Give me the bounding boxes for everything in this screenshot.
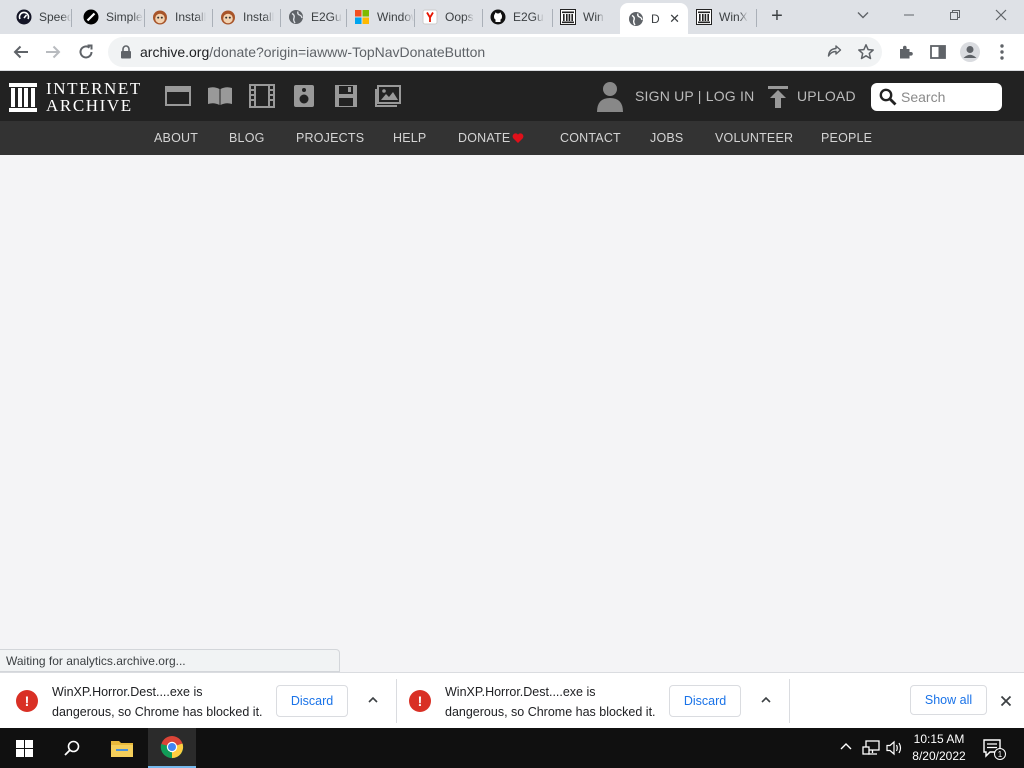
logo-line-internet: INTERNET [46, 79, 142, 98]
tab-oops[interactable]: Oops [414, 0, 482, 34]
github-icon [490, 9, 506, 25]
new-tab-button[interactable]: + [766, 6, 788, 28]
windows-logo-icon [354, 9, 370, 25]
tab-install-1[interactable]: Install [144, 0, 212, 34]
software-icon[interactable] [333, 84, 359, 108]
tab-donate-active[interactable]: D ✕ [620, 3, 688, 34]
windows-taskbar: 10:15 AM 8/20/2022 1 [0, 728, 1024, 768]
page-content-area [0, 155, 1024, 649]
status-bubble: Waiting for analytics.archive.org... [0, 649, 340, 672]
upload-icon[interactable] [767, 85, 789, 114]
tab-e2gu-1[interactable]: E2Gu [280, 0, 346, 34]
archive-icon [560, 9, 576, 25]
taskbar-search-icon[interactable] [48, 728, 96, 768]
bookmark-star-icon[interactable] [854, 40, 878, 64]
nav-about[interactable]: ABOUT [154, 131, 198, 145]
texts-icon[interactable] [207, 84, 233, 108]
back-arrow-icon[interactable] [9, 40, 33, 64]
download-item: ! WinXP.Horror.Dest....exe is dangerous,… [393, 673, 789, 729]
nav-projects[interactable]: PROJECTS [296, 131, 364, 145]
start-button[interactable] [0, 728, 48, 768]
lock-icon[interactable] [120, 45, 132, 59]
share-icon[interactable] [822, 40, 846, 64]
forward-arrow-icon[interactable] [41, 40, 65, 64]
chrome-menu-icon[interactable] [990, 40, 1014, 64]
archive-icon [696, 9, 712, 25]
chrome-taskbar-icon[interactable] [148, 728, 196, 768]
nav-donate[interactable]: DONATE [458, 131, 510, 145]
tab-speedtest[interactable]: Speedtest [0, 0, 71, 34]
upload-link[interactable]: UPLOAD [797, 88, 856, 104]
address-bar[interactable]: archive.org/donate?origin=iawww-TopNavDo… [108, 37, 882, 67]
nav-contact[interactable]: CONTACT [560, 131, 621, 145]
download-item: ! WinXP.Horror.Dest....exe is dangerous,… [0, 673, 396, 729]
archive-building-icon [9, 81, 37, 113]
images-icon[interactable] [375, 84, 401, 108]
url-text: archive.org/donate?origin=iawww-TopNavDo… [140, 44, 486, 60]
clock-time: 10:15 AM [913, 732, 965, 746]
browser-toolbar: archive.org/donate?origin=iawww-TopNavDo… [0, 34, 1024, 71]
nav-blog[interactable]: BLOG [229, 131, 265, 145]
warning-icon: ! [409, 690, 431, 712]
audio-icon[interactable] [291, 84, 317, 108]
extensions-puzzle-icon[interactable] [894, 40, 918, 64]
nav-volunteer[interactable]: VOLUNTEER [715, 131, 793, 145]
action-center-icon[interactable]: 1 [982, 738, 1006, 765]
discard-button[interactable]: Discard [669, 685, 741, 717]
close-tab-icon[interactable]: ✕ [669, 11, 680, 27]
profile-avatar-icon[interactable] [958, 40, 982, 64]
side-panel-icon[interactable] [926, 40, 950, 64]
tab-windows[interactable]: Windows [346, 0, 414, 34]
network-icon[interactable] [862, 740, 880, 759]
monkey-icon [152, 9, 168, 25]
nav-people[interactable]: PEOPLE [821, 131, 872, 145]
chevron-up-icon[interactable] [364, 691, 382, 709]
notification-count: 1 [998, 750, 1003, 759]
speedtest-icon [16, 9, 32, 25]
web-icon[interactable] [165, 84, 191, 108]
show-hidden-icons-icon[interactable] [839, 740, 853, 757]
nav-help[interactable]: HELP [393, 131, 426, 145]
tab-e2gu-github[interactable]: E2Gu [482, 0, 552, 34]
tab-search-icon[interactable] [840, 0, 886, 30]
restore-button[interactable] [932, 0, 978, 30]
ia-nav-bar: ABOUT BLOG PROJECTS HELP DONATE CONTACT … [0, 121, 1024, 155]
ia-search-box[interactable] [871, 83, 1002, 111]
system-clock[interactable]: 10:15 AM 8/20/2022 [906, 731, 972, 765]
nav-jobs[interactable]: JOBS [650, 131, 683, 145]
search-icon[interactable] [879, 88, 897, 106]
download-message: WinXP.Horror.Dest....exe is dangerous, s… [445, 685, 656, 719]
tab-install-2[interactable]: Install [212, 0, 280, 34]
show-all-button[interactable]: Show all [910, 685, 987, 715]
simple-icon [83, 9, 99, 25]
tab-winx-archive[interactable]: WinX [688, 0, 756, 34]
logo-line-archive: ARCHIVE [46, 96, 133, 115]
reload-icon[interactable] [74, 40, 98, 64]
ia-top-bar: INTERNET ARCHIVE SIGN UP | LOG IN UPLOAD [0, 71, 1024, 121]
clock-date: 8/20/2022 [912, 749, 966, 763]
tab-simple[interactable]: Simple [71, 0, 144, 34]
warning-icon: ! [16, 690, 38, 712]
tab-strip: Speedtest Simple Install Install E2Gu Wi… [0, 0, 1024, 34]
tab-win-archive[interactable]: Win [552, 0, 618, 34]
close-window-button[interactable] [978, 0, 1024, 30]
discard-button[interactable]: Discard [276, 685, 348, 717]
download-shelf: ! WinXP.Horror.Dest....exe is dangerous,… [0, 672, 1024, 728]
minimize-button[interactable] [886, 0, 932, 30]
heart-icon [512, 131, 524, 149]
video-icon[interactable] [249, 84, 275, 108]
yandex-icon [422, 9, 438, 25]
volume-icon[interactable] [886, 740, 904, 759]
user-avatar-icon[interactable] [596, 80, 624, 117]
download-message: WinXP.Horror.Dest....exe is dangerous, s… [52, 685, 263, 719]
search-input[interactable] [901, 89, 997, 105]
close-shelf-icon[interactable] [996, 691, 1016, 711]
signup-login-link[interactable]: SIGN UP | LOG IN [635, 88, 754, 104]
globe-icon [288, 9, 304, 25]
ia-logo[interactable]: INTERNET ARCHIVE [9, 80, 142, 114]
chevron-up-icon[interactable] [757, 691, 775, 709]
file-explorer-icon[interactable] [98, 728, 146, 768]
monkey-icon [220, 9, 236, 25]
globe-icon [628, 11, 644, 27]
